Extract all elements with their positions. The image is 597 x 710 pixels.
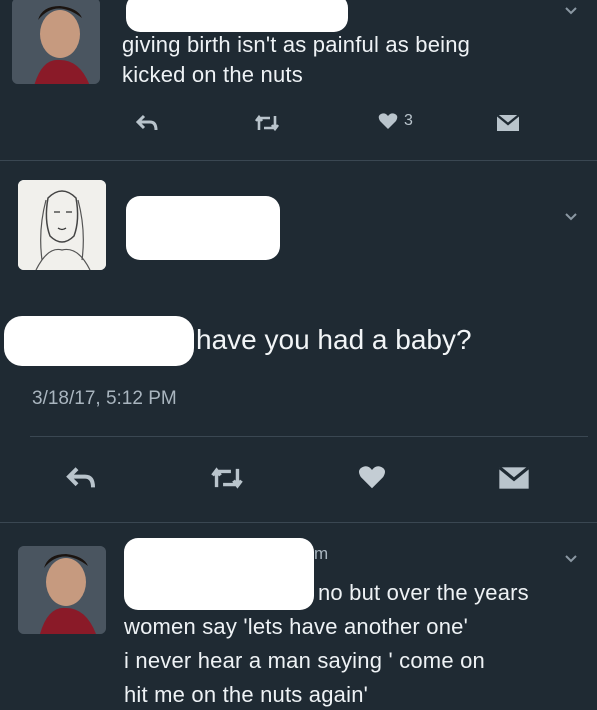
divider: [0, 522, 597, 523]
avatar[interactable]: [12, 0, 100, 84]
profile-sketch: [18, 180, 106, 270]
message-button[interactable]: [498, 466, 530, 490]
tweet-text-line: hit me on the nuts again': [124, 682, 369, 707]
profile-photo: [12, 0, 100, 84]
message-button[interactable]: [496, 114, 520, 132]
heart-icon: [378, 113, 398, 129]
reply-icon: [66, 467, 95, 488]
tweet-text-line: giving birth isn't as painful as being: [122, 32, 471, 57]
retweet-icon: [254, 114, 280, 132]
like-button[interactable]: [358, 464, 386, 490]
chevron-down-icon[interactable]: [564, 552, 578, 566]
like-count: 3: [404, 112, 413, 129]
reply-button[interactable]: [136, 114, 158, 132]
redacted-mention: [4, 316, 194, 366]
retweet-button[interactable]: [210, 466, 244, 490]
handle-fragment: m: [314, 544, 329, 563]
chevron-down-icon[interactable]: [564, 4, 578, 18]
tweet-text-line: kicked on the nuts: [122, 62, 303, 87]
tweet-text-line: no but over the years: [318, 580, 529, 605]
reply-button[interactable]: [66, 466, 96, 490]
heart-icon: [359, 466, 385, 489]
retweet-button[interactable]: [254, 114, 280, 132]
reply-icon: [136, 114, 158, 131]
tweet-timestamp[interactable]: 3/18/17, 5:12 PM: [32, 388, 177, 410]
divider: [30, 436, 588, 437]
avatar[interactable]: [18, 180, 106, 270]
divider: [0, 160, 597, 161]
avatar[interactable]: [18, 546, 106, 634]
tweet-text-line: i never hear a man saying ' come on: [124, 648, 485, 673]
retweet-icon: [211, 467, 243, 489]
tweet-text: have you had a baby?: [196, 324, 472, 355]
tweet-text-line: women say 'lets have another one': [124, 614, 468, 639]
redacted-name: [126, 196, 280, 260]
profile-photo: [18, 546, 106, 634]
chevron-down-icon[interactable]: [564, 210, 578, 224]
message-icon: [496, 114, 520, 131]
redacted-name: [124, 538, 314, 610]
redacted-name: [126, 0, 348, 32]
message-icon: [498, 466, 530, 489]
like-button[interactable]: 3: [378, 112, 413, 130]
